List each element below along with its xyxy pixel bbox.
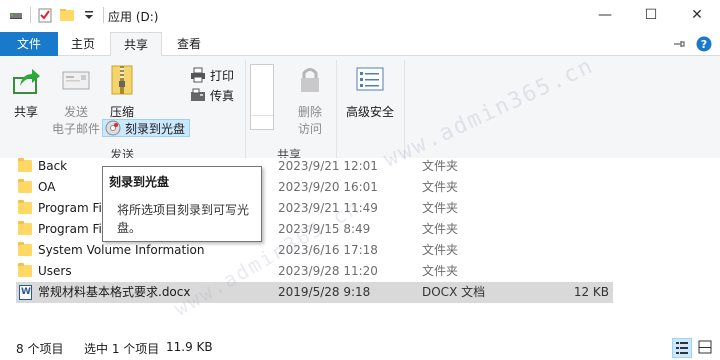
details-view-icon <box>676 342 688 354</box>
email-label-1: 发送 <box>63 105 88 119</box>
qat-separator <box>103 7 104 23</box>
properties-icon[interactable] <box>37 7 53 23</box>
zip-button[interactable]: 压缩 <box>104 64 140 120</box>
file-type: 文件夹 <box>422 180 459 194</box>
remove-access-label-1: 删除 <box>297 105 322 119</box>
file-type: DOCX 文档 <box>422 285 486 299</box>
file-type: 文件夹 <box>422 201 459 215</box>
file-date: 2023/9/21 12:01 <box>278 159 378 173</box>
selected-count: 选中 1 个项目 <box>84 342 160 356</box>
file-date: 2023/9/21 11:49 <box>278 201 378 215</box>
file-row[interactable]: 常规材料基本格式要求.docx 2019/5/28 9:18 DOCX 文档 12 K… <box>16 282 613 303</box>
status-bar: 8 个项目 选中 1 个项目 11.9 KB <box>0 336 720 360</box>
new-folder-icon[interactable] <box>59 7 75 23</box>
file-type: 文件夹 <box>422 222 459 236</box>
remove-access-button[interactable]: 删除 访问 <box>292 64 328 137</box>
zip-folder-icon <box>111 65 133 95</box>
file-date: 2023/9/20 16:01 <box>278 180 378 194</box>
file-name: 常规材料基本格式要求.docx <box>38 285 191 299</box>
title-bar: 应用 (D:) — ☐ ✕ <box>0 0 720 32</box>
selected-size: 11.9 KB <box>166 340 213 354</box>
burn-label: 刻录到光盘 <box>125 121 186 136</box>
remove-access-label-2: 访问 <box>297 122 322 136</box>
burn-to-disc-button[interactable]: 刻录到光盘 <box>102 119 191 137</box>
burn-tooltip: 刻录到光盘 将所选项目刻录到可写光盘。 <box>102 166 262 242</box>
qat-separator <box>30 7 31 23</box>
large-icons-view-button[interactable] <box>696 338 716 358</box>
advanced-security-label: 高级安全 <box>345 105 394 119</box>
window-title: 应用 (D:) <box>108 10 159 24</box>
print-button[interactable]: 打印 <box>190 66 234 84</box>
tab-share[interactable]: 共享 <box>110 32 162 57</box>
pin-ribbon-icon[interactable] <box>672 37 686 54</box>
folder-icon <box>18 200 32 214</box>
file-size: 12 KB <box>573 285 609 299</box>
printer-icon <box>191 67 205 83</box>
qat-dropdown-icon[interactable] <box>81 7 97 23</box>
tab-home[interactable]: 主页 <box>60 32 106 56</box>
folder-icon <box>18 221 32 235</box>
group-separator <box>404 60 405 158</box>
group-separator <box>336 60 337 158</box>
share-arrow-icon <box>13 69 40 94</box>
quick-access-toolbar <box>8 7 104 23</box>
file-type: 文件夹 <box>422 243 459 257</box>
folder-icon <box>18 179 32 193</box>
large-icons-view-icon <box>698 340 712 354</box>
file-date: 2023/6/16 17:18 <box>278 243 378 257</box>
fax-button[interactable]: 传真 <box>190 86 234 104</box>
tooltip-title: 刻录到光盘 <box>109 175 170 189</box>
share-label: 共享 <box>13 105 38 119</box>
email-label-2: 电子邮件 <box>51 122 100 136</box>
tooltip-body: 将所选项目刻录到可写光盘。 <box>117 203 250 235</box>
disc-icon <box>105 120 121 136</box>
file-type: 文件夹 <box>422 159 459 173</box>
item-count: 8 个项目 <box>16 342 64 356</box>
drive-icon <box>8 7 24 23</box>
email-icon <box>62 71 90 90</box>
ribbon-panel: 共享 发送 电子邮件 压缩 打印 传真 刻录到光盘 发送 删除 访问 共享 高级… <box>0 56 720 164</box>
file-row[interactable]: System Volume Information 2023/6/16 17:18… <box>16 240 613 261</box>
security-list-icon <box>356 67 384 91</box>
print-label: 打印 <box>210 68 235 83</box>
details-view-button[interactable] <box>672 338 692 358</box>
folder-icon <box>18 158 32 172</box>
fax-icon <box>191 88 205 101</box>
minimize-button[interactable]: — <box>582 0 628 30</box>
ribbon-tabs: 文件 主页 共享 查看 ? <box>0 32 720 57</box>
share-button[interactable]: 共享 <box>6 64 46 120</box>
file-date: 2023/9/28 11:20 <box>278 264 378 278</box>
folder-icon <box>18 242 32 256</box>
email-button[interactable]: 发送 电子邮件 <box>48 64 104 137</box>
file-row[interactable]: Users 2023/9/28 11:20 文件夹 <box>16 261 613 282</box>
fax-label: 传真 <box>210 88 235 103</box>
group-separator <box>245 60 246 158</box>
close-button[interactable]: ✕ <box>674 0 720 30</box>
advanced-security-button[interactable]: 高级安全 <box>342 64 398 120</box>
word-doc-icon <box>19 285 32 300</box>
share-with-gallery[interactable] <box>250 64 274 130</box>
folder-icon <box>18 263 32 277</box>
file-name: System Volume Information <box>38 243 205 257</box>
file-type: 文件夹 <box>422 264 459 278</box>
zip-label: 压缩 <box>109 105 134 119</box>
maximize-button[interactable]: ☐ <box>628 0 674 30</box>
tab-file[interactable]: 文件 <box>0 32 58 56</box>
gallery-scroll[interactable] <box>251 115 273 129</box>
file-date: 2019/5/28 9:18 <box>278 285 371 299</box>
svg-text:?: ? <box>701 38 707 51</box>
file-name: Users <box>38 264 72 278</box>
lock-icon <box>301 68 319 92</box>
tab-view[interactable]: 查看 <box>166 32 212 56</box>
help-icon[interactable]: ? <box>696 36 712 55</box>
file-date: 2023/9/15 8:49 <box>278 222 371 236</box>
